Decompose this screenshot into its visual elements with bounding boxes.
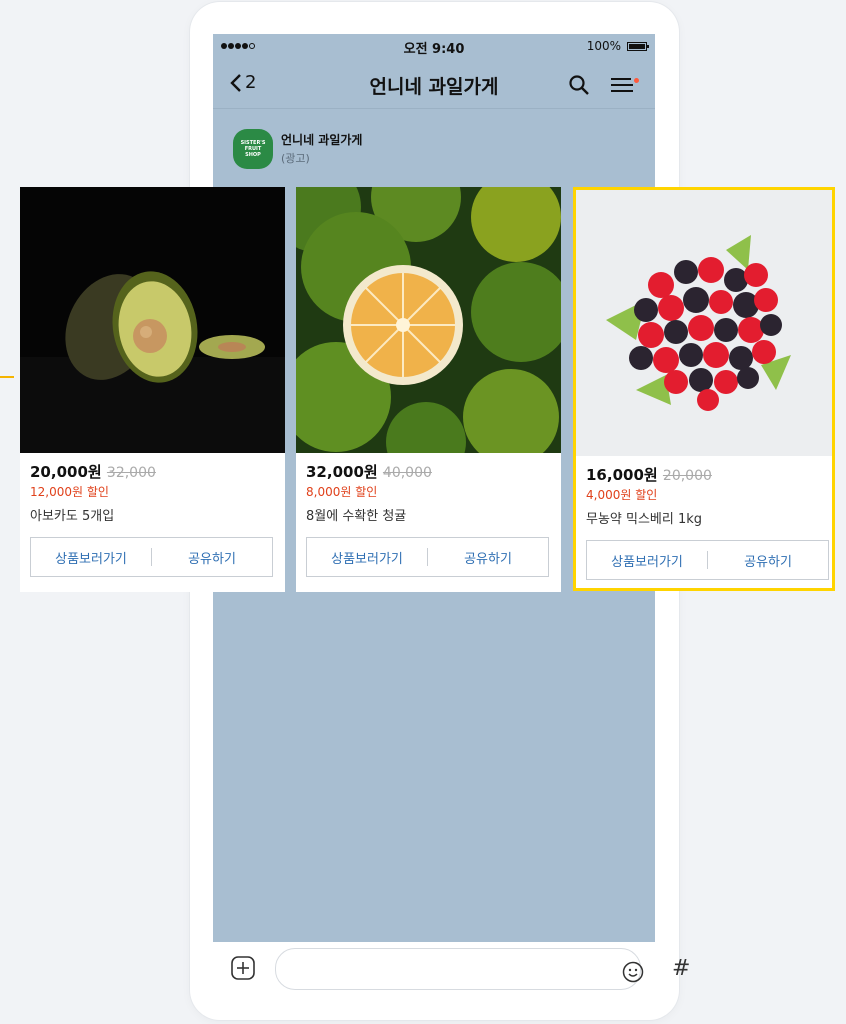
connector-line (0, 376, 14, 378)
chat-header: 2 언니네 과일가게 (213, 60, 655, 109)
shop-logo[interactable]: SISTER'S FRUIT SHOP (233, 129, 273, 169)
avocado-image[interactable] (20, 187, 285, 453)
card-buttons: 상품보러가기 공유하기 (306, 537, 549, 577)
view-product-button[interactable]: 상품보러가기 (31, 548, 151, 567)
original-price: 32,000 (106, 465, 156, 481)
share-button[interactable]: 공유하기 (152, 548, 272, 567)
sale-price: 16,000원 (586, 466, 658, 484)
citrus-image[interactable] (296, 187, 561, 453)
battery-percent: 100% (586, 39, 621, 53)
discount-amount: 4,000원 할인 (586, 488, 658, 502)
original-price: 40,000 (382, 465, 432, 481)
sale-price: 20,000원 (30, 463, 102, 481)
view-product-button[interactable]: 상품보러가기 (587, 551, 707, 570)
message-input[interactable]: # (275, 948, 690, 990)
discount-amount: 12,000원 할인 (30, 485, 109, 499)
plus-icon[interactable] (231, 956, 255, 980)
original-price: 20,000 (662, 468, 712, 484)
product-name: 8월에 수확한 청귤 (306, 509, 407, 524)
berries-image[interactable] (576, 190, 832, 456)
status-bar: 오전 9:40 100% (213, 34, 655, 60)
emoji-icon[interactable] (622, 961, 644, 983)
share-button[interactable]: 공유하기 (428, 548, 548, 567)
menu-icon[interactable] (609, 72, 639, 96)
product-card-highlighted: 16,000원 20,000 4,000원 할인 무농약 믹스베리 1kg 상품… (573, 187, 835, 591)
ad-label: (광고) (281, 152, 310, 165)
product-card: 32,000원 40,000 8,000원 할인 8월에 수확한 청귤 상품보러… (296, 187, 561, 592)
notification-dot (634, 78, 639, 83)
sender-name: 언니네 과일가게 (281, 133, 363, 147)
battery-icon (627, 42, 649, 51)
view-product-button[interactable]: 상품보러가기 (307, 548, 427, 567)
hashtag-icon[interactable]: # (672, 956, 690, 981)
message-input-bar: # (213, 942, 690, 994)
product-name: 아보카도 5개입 (30, 509, 115, 524)
product-name: 무농약 믹스베리 1kg (586, 512, 703, 527)
search-icon[interactable] (568, 74, 590, 96)
product-card: 20,000원 32,000 12,000원 할인 아보카도 5개입 상품보러가… (20, 187, 285, 592)
card-buttons: 상품보러가기 공유하기 (586, 540, 829, 580)
share-button[interactable]: 공유하기 (708, 551, 828, 570)
card-buttons: 상품보러가기 공유하기 (30, 537, 273, 577)
discount-amount: 8,000원 할인 (306, 485, 378, 499)
sender-info: SISTER'S FRUIT SHOP 언니네 과일가게 (광고) (233, 129, 362, 169)
sale-price: 32,000원 (306, 463, 378, 481)
